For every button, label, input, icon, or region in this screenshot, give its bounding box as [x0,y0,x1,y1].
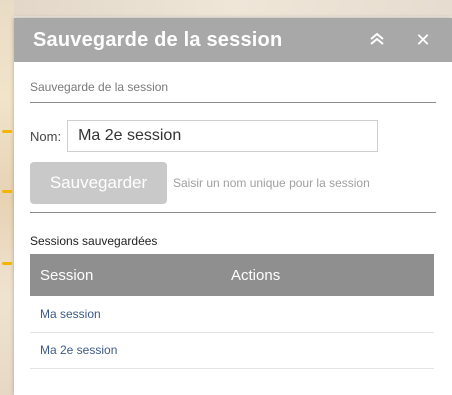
panel-header: Sauvegarde de la session ✕ [14,18,452,62]
map-road [2,262,12,265]
name-row: Nom: [30,120,436,152]
save-row: Sauvegarder Saisir un nom unique pour la… [30,162,436,204]
table-row[interactable]: Ma session [30,296,434,333]
map-background [0,0,14,395]
session-name-cell[interactable]: Ma session [30,296,231,333]
save-hint: Saisir un nom unique pour la session [173,176,370,190]
panel-subtitle: Sauvegarde de la session [30,62,436,103]
saved-sessions-label: Sessions sauvegardées [30,234,158,248]
sessions-table: Session Actions Ma session Ma 2e session [30,254,434,369]
session-actions-cell [231,332,434,369]
divider [30,212,436,213]
column-header-session[interactable]: Session [30,254,231,296]
session-panel: Sauvegarde de la session ✕ Sauvegarde de… [14,18,452,395]
map-road [2,190,12,193]
panel-title: Sauvegarde de la session [33,28,283,51]
table-header-row: Session Actions [30,254,434,296]
table-row[interactable]: Ma 2e session [30,332,434,369]
save-button[interactable]: Sauvegarder [30,162,167,204]
map-road [2,130,12,133]
session-name-input[interactable] [67,120,379,152]
column-header-actions[interactable]: Actions [231,254,434,296]
double-chevron-up-icon[interactable] [364,30,390,51]
session-actions-cell [231,296,434,333]
session-name-cell[interactable]: Ma 2e session [30,332,231,369]
name-label: Nom: [30,128,62,144]
panel-body: Sauvegarde de la session Nom: Sauvegarde… [14,62,452,369]
map-background-top [14,0,452,16]
close-icon[interactable]: ✕ [410,30,436,51]
